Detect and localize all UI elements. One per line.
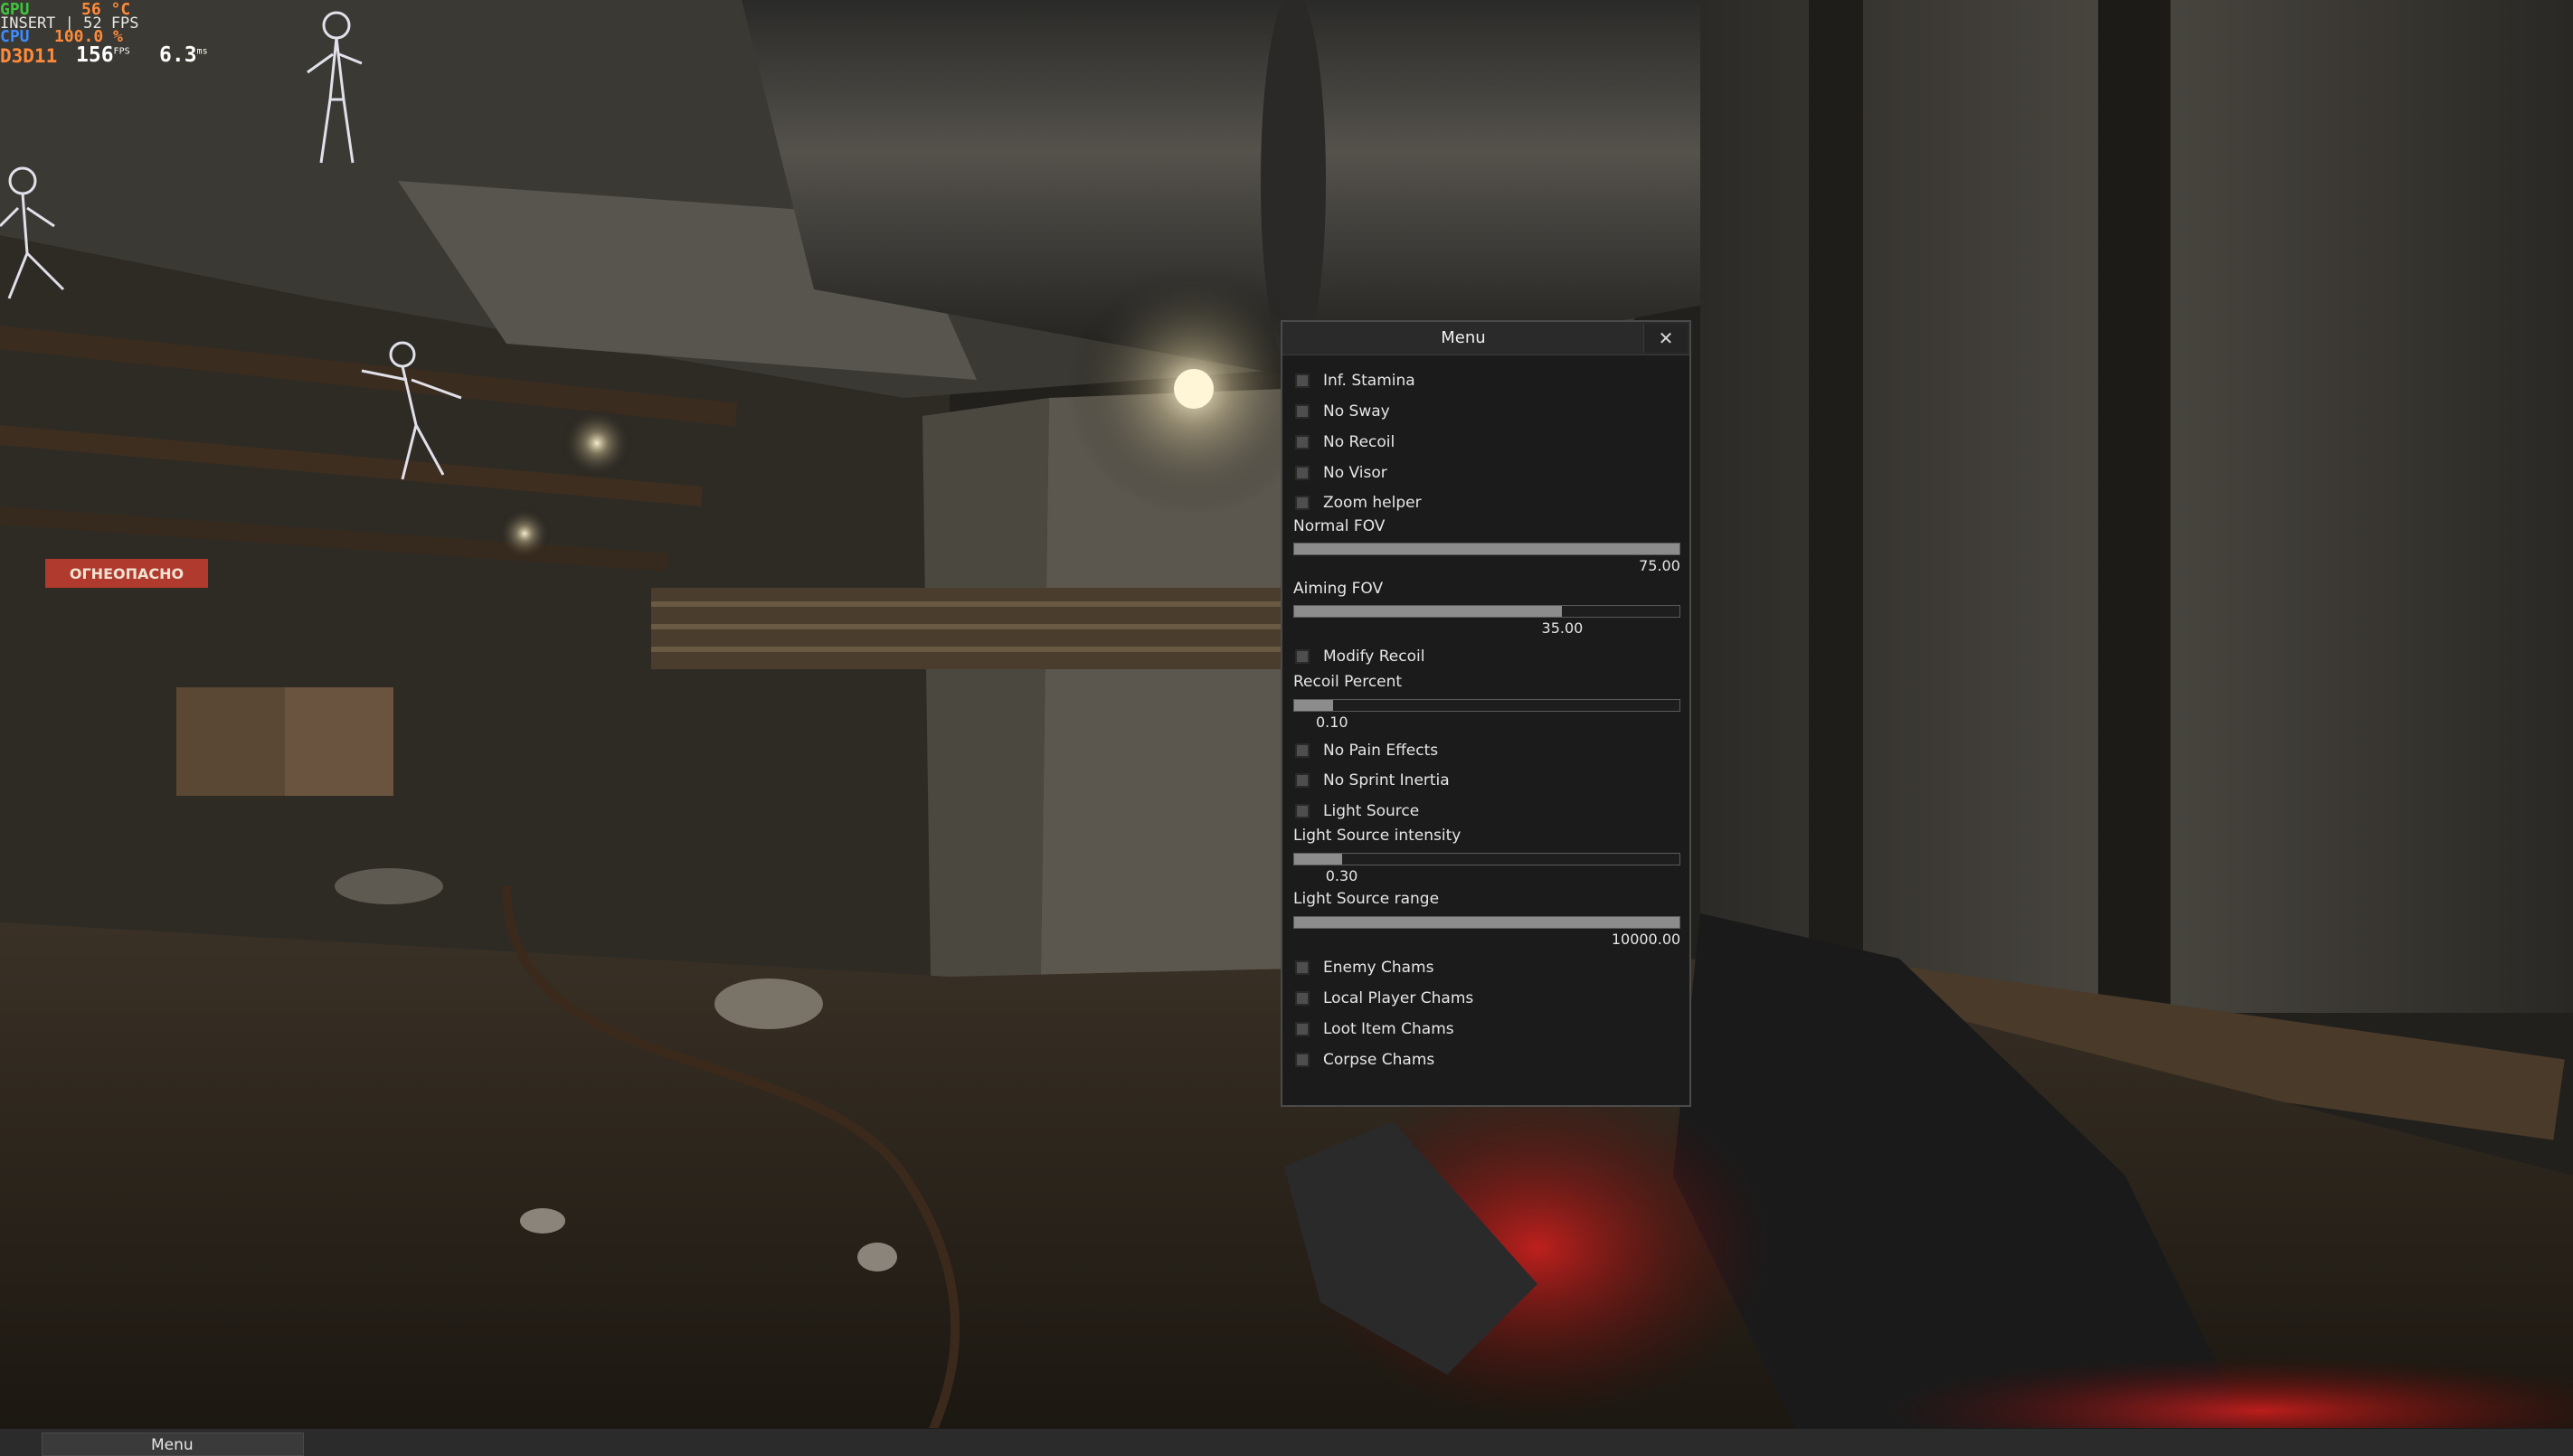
slider-label-recoil-percent: Recoil Percent xyxy=(1293,673,1403,691)
checkbox-local-player-chams[interactable]: Local Player Chams xyxy=(1295,987,1473,1010)
checkbox-box[interactable] xyxy=(1295,373,1310,388)
checkbox-box[interactable] xyxy=(1295,773,1310,788)
slider-fill xyxy=(1294,700,1333,711)
checkbox-label: No Visor xyxy=(1323,464,1387,482)
graphics-api: D3D11 xyxy=(0,45,58,67)
checkbox-no-pain-effects[interactable]: No Pain Effects xyxy=(1295,739,1438,762)
checkbox-label: Zoom helper xyxy=(1323,494,1422,512)
checkbox-modify-recoil[interactable]: Modify Recoil xyxy=(1295,645,1424,668)
menu-titlebar[interactable]: Menu ✕ xyxy=(1282,322,1689,355)
menu-title: Menu xyxy=(1441,328,1486,347)
slider-label-light-intensity: Light Source intensity xyxy=(1293,827,1462,845)
slider-value-light-range: 10000.00 xyxy=(1611,931,1681,948)
fps-value: 156 xyxy=(76,43,114,67)
close-icon: ✕ xyxy=(1658,327,1674,349)
checkbox-no-visor[interactable]: No Visor xyxy=(1295,461,1387,485)
checkbox-label: Modify Recoil xyxy=(1323,648,1425,666)
taskbar-menu-button[interactable]: Menu xyxy=(42,1432,304,1456)
checkbox-label: Loot Item Chams xyxy=(1323,1020,1454,1038)
slider-light-range[interactable] xyxy=(1293,916,1680,929)
checkbox-box[interactable] xyxy=(1295,804,1310,818)
slider-fill xyxy=(1294,544,1679,554)
warning-sign-text: ОГНЕОПАСНО xyxy=(70,565,184,582)
checkbox-box[interactable] xyxy=(1295,1053,1310,1067)
slider-value-recoil-percent: 0.10 xyxy=(1315,714,1348,731)
checkbox-box[interactable] xyxy=(1295,743,1310,758)
frametime-readout: 6.3ms xyxy=(159,43,208,67)
frametime-unit: ms xyxy=(196,46,208,57)
slider-fill xyxy=(1294,854,1343,865)
checkbox-label: Local Player Chams xyxy=(1323,989,1474,1007)
checkbox-label: No Sway xyxy=(1323,402,1390,421)
checkbox-inf-stamina[interactable]: Inf. Stamina xyxy=(1295,369,1415,392)
performance-overlay: GPU 56 °C INSERT | 52 FPS CPU 100.0 % D3… xyxy=(0,0,235,72)
slider-fill xyxy=(1294,606,1563,617)
checkbox-label: Light Source xyxy=(1323,802,1420,820)
slider-light-intensity[interactable] xyxy=(1293,853,1680,865)
checkbox-label: Corpse Chams xyxy=(1323,1051,1435,1069)
frametime-value: 6.3 xyxy=(159,43,197,67)
slider-value-normal-fov: 75.00 xyxy=(1639,557,1680,574)
checkbox-label: No Pain Effects xyxy=(1323,742,1439,760)
checkbox-box[interactable] xyxy=(1295,404,1310,419)
checkbox-no-sprint-inertia[interactable]: No Sprint Inertia xyxy=(1295,769,1450,792)
checkbox-zoom-helper[interactable]: Zoom helper xyxy=(1295,491,1422,515)
checkbox-light-source[interactable]: Light Source xyxy=(1295,799,1419,823)
slider-label-aiming-fov: Aiming FOV xyxy=(1293,580,1384,598)
cpu-label: CPU xyxy=(0,27,30,46)
menu-content: Inf. Stamina No Sway No Recoil No Visor … xyxy=(1282,355,1689,1105)
checkbox-enemy-chams[interactable]: Enemy Chams xyxy=(1295,956,1433,979)
slider-fill xyxy=(1294,917,1679,928)
slider-aiming-fov[interactable] xyxy=(1293,605,1680,618)
checkbox-label: Inf. Stamina xyxy=(1323,372,1415,390)
checkbox-box[interactable] xyxy=(1295,435,1310,449)
checkbox-loot-item-chams[interactable]: Loot Item Chams xyxy=(1295,1017,1454,1041)
slider-label-light-range: Light Source range xyxy=(1293,890,1440,908)
checkbox-box[interactable] xyxy=(1295,991,1310,1006)
slider-normal-fov[interactable] xyxy=(1293,543,1680,555)
slider-value-light-intensity: 0.30 xyxy=(1325,867,1358,884)
taskbar-menu-label: Menu xyxy=(151,1436,194,1454)
menu-window: Menu ✕ Inf. Stamina No Sway No Recoil No… xyxy=(1281,320,1691,1107)
checkbox-box[interactable] xyxy=(1295,1022,1310,1036)
fps-unit: FPS xyxy=(113,46,130,57)
slider-value-aiming-fov: 35.00 xyxy=(1541,619,1584,637)
checkbox-label: No Sprint Inertia xyxy=(1323,771,1450,789)
checkbox-no-recoil[interactable]: No Recoil xyxy=(1295,430,1395,454)
checkbox-no-sway[interactable]: No Sway xyxy=(1295,400,1390,423)
checkbox-box[interactable] xyxy=(1295,466,1310,480)
checkbox-box[interactable] xyxy=(1295,649,1310,664)
checkbox-label: Enemy Chams xyxy=(1323,959,1434,977)
slider-recoil-percent[interactable] xyxy=(1293,699,1680,712)
checkbox-label: No Recoil xyxy=(1323,433,1395,451)
fps-readout: 156FPS xyxy=(76,43,130,67)
checkbox-box[interactable] xyxy=(1295,960,1310,975)
close-button[interactable]: ✕ xyxy=(1643,324,1688,353)
checkbox-box[interactable] xyxy=(1295,496,1310,510)
slider-label-normal-fov: Normal FOV xyxy=(1293,517,1386,535)
checkbox-corpse-chams[interactable]: Corpse Chams xyxy=(1295,1048,1434,1072)
bottom-taskbar: Menu xyxy=(0,1428,2573,1456)
